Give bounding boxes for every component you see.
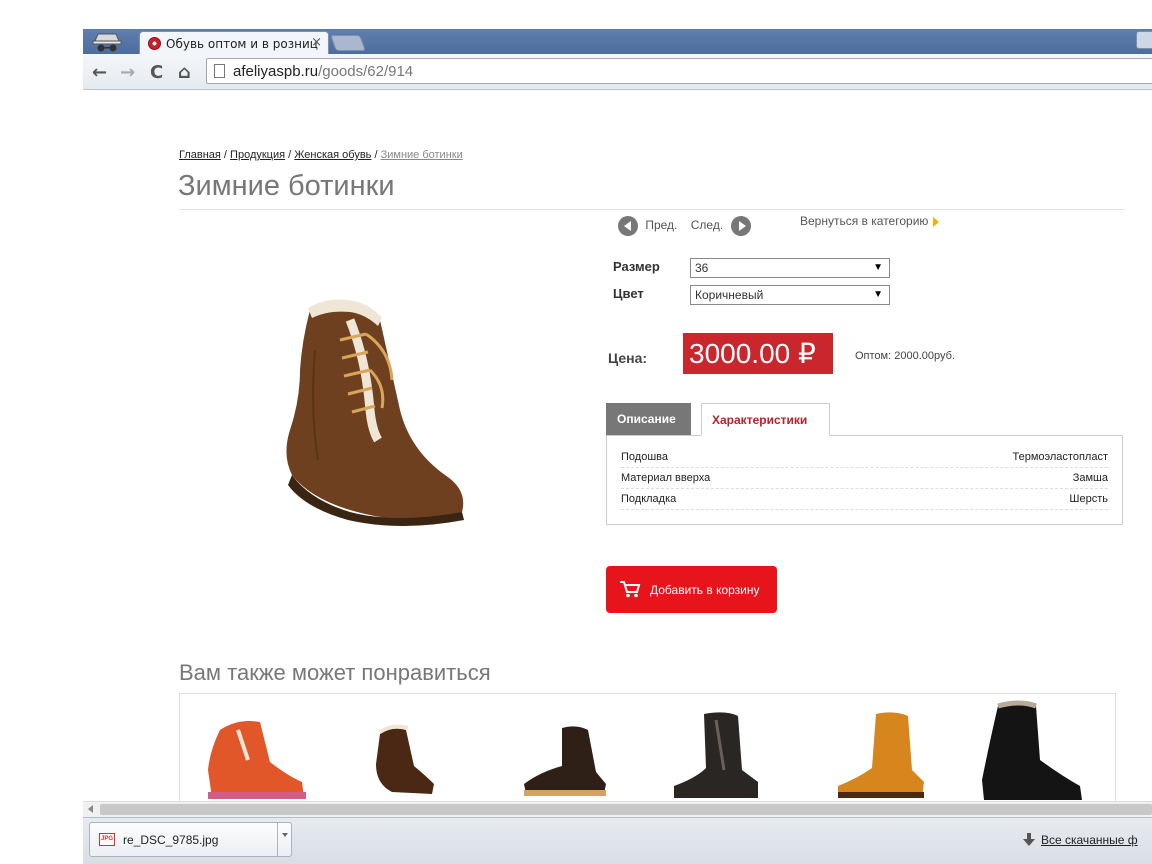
prev-link[interactable]: Пред. [645,218,677,232]
url-host: afeliyaspb.ru [233,63,319,80]
breadcrumb-products[interactable]: Продукция [230,149,285,161]
scroll-left-icon[interactable] [88,805,93,813]
related-product-thumb[interactable] [828,700,938,800]
browser-toolbar: ← → C ⌂ afeliyaspb.ru/goods/62/914 [83,54,1152,90]
back-to-category-label: Вернуться в категорию [800,214,929,228]
scrollbar-thumb[interactable] [100,804,1152,815]
add-to-cart-label: Добавить в корзину [650,583,760,597]
page-icon [214,64,225,78]
browser-tab[interactable]: Обувь оптом и в розниц × [139,31,329,54]
price-label: Цена: [608,350,648,366]
address-bar[interactable]: afeliyaspb.ru/goods/62/914 [206,58,1152,84]
home-icon[interactable]: ⌂ [178,62,191,83]
title-divider [179,209,1125,210]
window-minimize-button[interactable] [1136,31,1152,49]
breadcrumb-home[interactable]: Главная [179,149,221,161]
spec-row: Подошва Термоэластопласт [621,447,1108,468]
prev-arrow-icon[interactable] [618,216,638,236]
related-product-thumb[interactable] [976,700,1096,800]
product-image[interactable] [270,290,480,530]
add-to-cart-button[interactable]: Добавить в корзину [606,566,777,613]
price-value: 3000.00 ₽ [683,333,833,374]
download-file-name: re_DSC_9785.jpg [123,833,219,847]
spec-value: Шерсть [1069,493,1108,505]
specifications-panel: Подошва Термоэластопласт Материал вверха… [606,435,1123,525]
shopping-cart-icon [620,581,641,598]
product-pager: Пред. След. [618,216,751,236]
spec-row: Подкладка Шерсть [621,489,1108,510]
download-shelf: JPG re_DSC_9785.jpg Все скачанные ф [83,817,1152,864]
breadcrumb: Главная / Продукция / Женская обувь / Зи… [179,149,463,161]
caret-right-icon [933,216,940,227]
breadcrumb-separator: / [371,149,381,161]
chevron-down-icon: ▼ [873,289,883,300]
related-product-thumb[interactable] [666,700,776,800]
back-to-category-link[interactable]: Вернуться в категорию [800,214,940,228]
wholesale-price: Оптом: 2000.00руб. [855,350,955,362]
forward-arrow-icon[interactable]: → [120,62,135,83]
related-product-thumb[interactable] [362,700,472,800]
browser-window: Обувь оптом и в розниц × ← → C ⌂ afeliya… [0,0,1152,864]
spec-name: Подкладка [621,493,677,505]
spec-name: Материал вверха [621,472,711,484]
incognito-icon [92,33,122,52]
related-product-thumb[interactable] [510,700,620,800]
back-arrow-icon[interactable]: ← [92,62,107,83]
spec-value: Термоэластопласт [1012,451,1109,463]
download-arrow-icon [1023,833,1035,846]
related-product-thumb[interactable] [198,700,318,800]
next-arrow-icon[interactable] [730,216,751,236]
size-select[interactable]: 36 ▼ [690,258,890,278]
tab-description[interactable]: Описание [606,403,691,435]
spec-value: Замша [1072,472,1108,484]
size-label: Размер [613,259,660,274]
new-tab-button[interactable] [330,35,366,51]
jpg-file-icon: JPG [99,833,115,846]
reload-icon[interactable]: C [150,62,163,83]
breadcrumb-separator: / [285,149,295,161]
breadcrumb-separator: / [220,149,231,161]
close-tab-icon[interactable]: × [311,35,322,50]
download-menu-button[interactable] [277,822,292,857]
all-downloads-label: Все скачанные ф [1041,833,1138,847]
related-products-title: Вам также может понравиться [179,660,491,685]
all-downloads-link[interactable]: Все скачанные ф [1023,833,1138,847]
chevron-down-icon: ▼ [873,262,883,273]
tab-title: Обувь оптом и в розниц [166,37,318,51]
breadcrumb-womens-shoes[interactable]: Женская обувь [294,149,371,161]
spec-name: Подошва [621,451,668,463]
page-title: Зимние ботинки [178,170,395,202]
url-path: /goods/62/914 [318,63,414,80]
next-link[interactable]: След. [691,218,723,232]
color-select[interactable]: Коричневый ▼ [690,285,890,305]
color-label: Цвет [613,286,644,301]
spec-row: Материал вверха Замша [621,468,1108,489]
breadcrumb-current[interactable]: Зимние ботинки [381,149,463,161]
tab-strip: Обувь оптом и в розниц × [83,29,1152,54]
site-favicon-icon [148,37,161,50]
download-item[interactable]: JPG re_DSC_9785.jpg [89,822,292,857]
size-select-value: 36 [695,261,709,275]
horizontal-scrollbar[interactable] [83,801,1152,817]
color-select-value: Коричневый [695,288,764,302]
tab-specifications[interactable]: Характеристики [701,403,830,436]
